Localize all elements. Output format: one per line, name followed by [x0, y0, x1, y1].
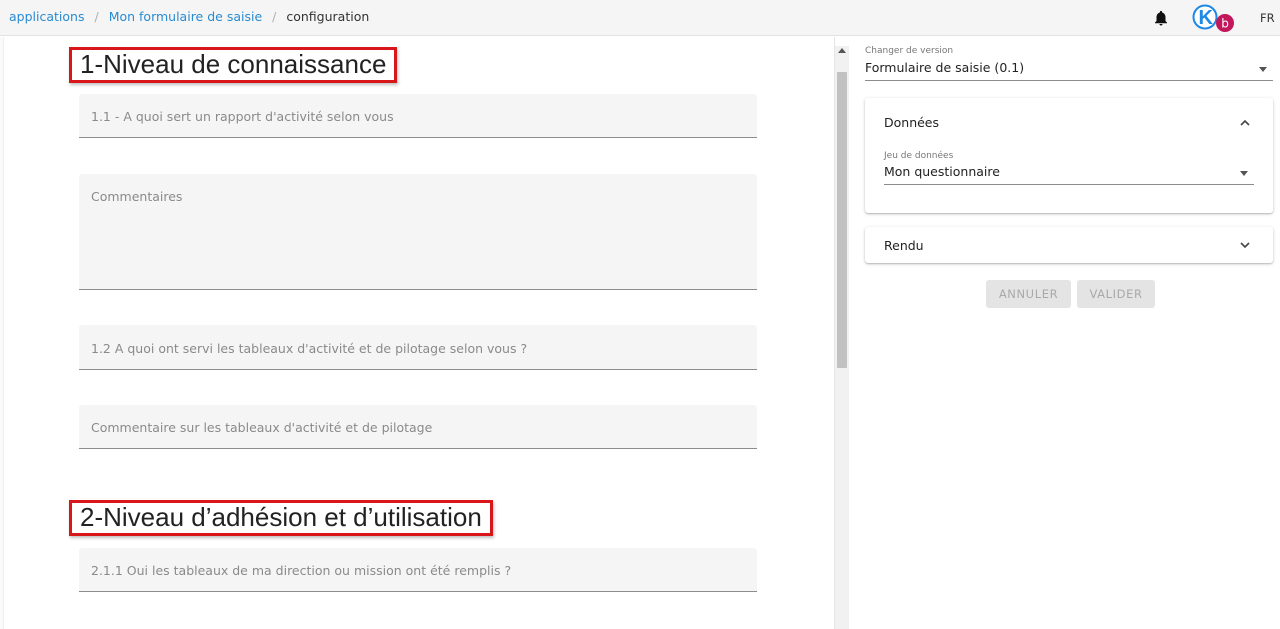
field-placeholder: 1.1 - A quoi sert un rapport d'activité …	[91, 109, 394, 124]
avatar-letter: b	[1221, 17, 1229, 31]
chevron-up-icon[interactable]	[1239, 117, 1251, 129]
arrow-up-icon[interactable]	[838, 48, 846, 53]
left-edge	[0, 37, 4, 629]
bell-icon[interactable]	[1152, 9, 1170, 27]
scroll-thumb[interactable]	[837, 72, 847, 368]
question-1-2-field[interactable]: 1.2 A quoi ont servi les tableaux d'acti…	[79, 325, 757, 370]
version-label: Changer de version	[865, 46, 954, 56]
cancel-button[interactable]: ANNULER	[986, 280, 1071, 308]
breadcrumb-separator: /	[94, 9, 99, 24]
question-1-1-field[interactable]: 1.1 - A quoi sert un rapport d'activité …	[79, 94, 757, 138]
caret-down-icon	[1259, 67, 1267, 72]
breadcrumb-separator: /	[272, 9, 277, 24]
form-preview: 1-Niveau de connaissance 1.1 - A quoi se…	[0, 37, 835, 629]
field-placeholder: 1.2 A quoi ont servi les tableaux d'acti…	[91, 341, 528, 356]
render-card-title: Rendu	[884, 238, 924, 253]
field-placeholder: Commentaire sur les tableaux d'activité …	[91, 420, 433, 435]
breadcrumb-form-link[interactable]: Mon formulaire de saisie	[109, 9, 262, 24]
section-title-2: 2-Niveau d’adhésion et d’utilisation	[69, 500, 493, 536]
language-switch[interactable]: FR	[1260, 11, 1275, 25]
user-avatar-logo[interactable]: K b	[1192, 3, 1238, 33]
chevron-down-icon[interactable]	[1239, 239, 1251, 251]
render-card[interactable]: Rendu	[865, 227, 1273, 263]
field-placeholder: Commentaires	[91, 189, 183, 204]
version-value: Formulaire de saisie (0.1)	[865, 60, 1025, 75]
data-card: Données Jeu de données Mon questionnaire	[865, 98, 1273, 213]
breadcrumb: applications / Mon formulaire de saisie …	[9, 9, 369, 24]
breadcrumb-current: configuration	[286, 9, 370, 24]
comments-textarea[interactable]: Commentaires	[79, 174, 757, 290]
dataset-select[interactable]: Mon questionnaire	[884, 163, 1254, 185]
question-2-1-1-field[interactable]: 2.1.1 Oui les tableaux de ma direction o…	[79, 548, 757, 592]
dataset-value: Mon questionnaire	[884, 164, 1000, 179]
dataset-label: Jeu de données	[884, 151, 954, 161]
top-bar: applications / Mon formulaire de saisie …	[0, 0, 1280, 36]
field-placeholder: 2.1.1 Oui les tableaux de ma direction o…	[91, 563, 512, 578]
logo-letter: K	[1199, 7, 1214, 29]
caret-down-icon	[1240, 171, 1248, 176]
data-card-title[interactable]: Données	[884, 115, 939, 130]
config-panel: Changer de version Formulaire de saisie …	[849, 37, 1280, 629]
validate-button[interactable]: VALIDER	[1077, 280, 1155, 308]
form-scrollbar[interactable]	[835, 46, 849, 629]
dashboard-comment-field[interactable]: Commentaire sur les tableaux d'activité …	[79, 405, 757, 449]
version-select[interactable]: Formulaire de saisie (0.1)	[865, 59, 1273, 81]
section-title-1: 1-Niveau de connaissance	[69, 47, 398, 83]
breadcrumb-applications-link[interactable]: applications	[9, 9, 84, 24]
